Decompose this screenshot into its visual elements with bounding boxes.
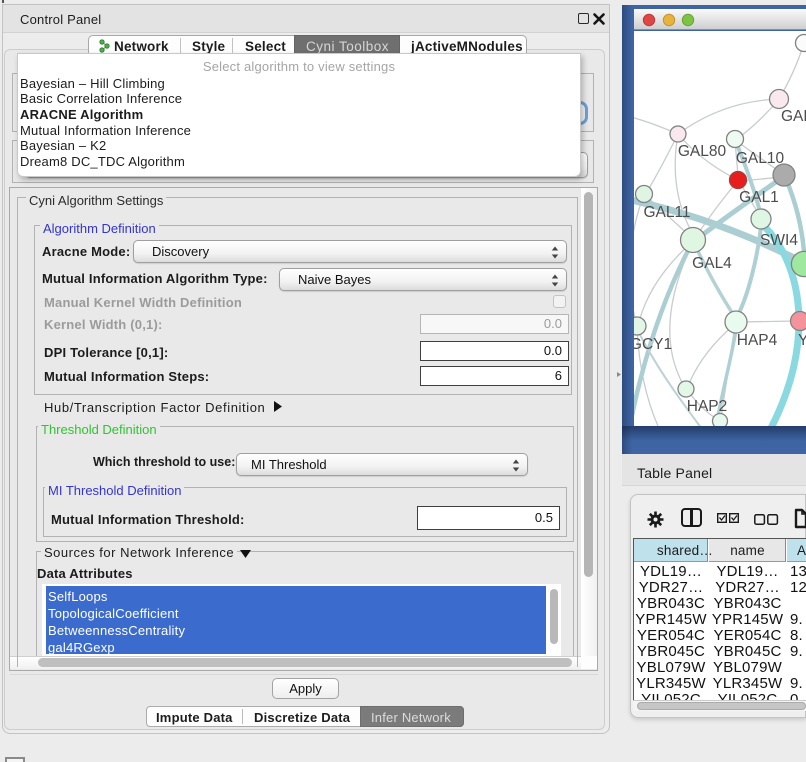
svg-text:GCY1: GCY1: [634, 336, 672, 353]
svg-text:HAP4: HAP4: [737, 332, 778, 349]
svg-text:YJ: YJ: [798, 332, 806, 349]
svg-text:GAL2: GAL2: [781, 108, 806, 125]
svg-text:HAP2: HAP2: [687, 398, 728, 415]
svg-text:GAL4: GAL4: [692, 255, 732, 272]
svg-text:GAL11: GAL11: [643, 204, 690, 221]
svg-text:GAL1: GAL1: [739, 189, 779, 206]
svg-text:GAL10: GAL10: [736, 150, 785, 167]
svg-text:SWI4: SWI4: [760, 232, 798, 249]
svg-text:GAL80: GAL80: [678, 143, 727, 160]
